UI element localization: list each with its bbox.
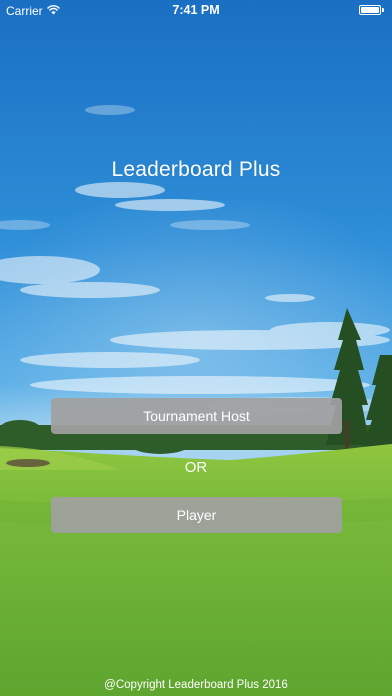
status-bar: Carrier 7:41 PM xyxy=(0,0,392,22)
tournament-host-label: Tournament Host xyxy=(143,408,250,424)
background-golf-course-image xyxy=(0,0,392,696)
or-label: OR xyxy=(184,459,208,476)
player-button[interactable]: Player xyxy=(51,497,342,533)
player-label: Player xyxy=(176,507,217,523)
app-title: Leaderboard Plus xyxy=(111,158,281,181)
battery-icon xyxy=(359,5,384,15)
status-time: 7:41 PM xyxy=(172,3,220,17)
copyright-footer: @Copyright Leaderboard Plus 2016 xyxy=(104,679,288,691)
tournament-host-button[interactable]: Tournament Host xyxy=(51,398,342,434)
